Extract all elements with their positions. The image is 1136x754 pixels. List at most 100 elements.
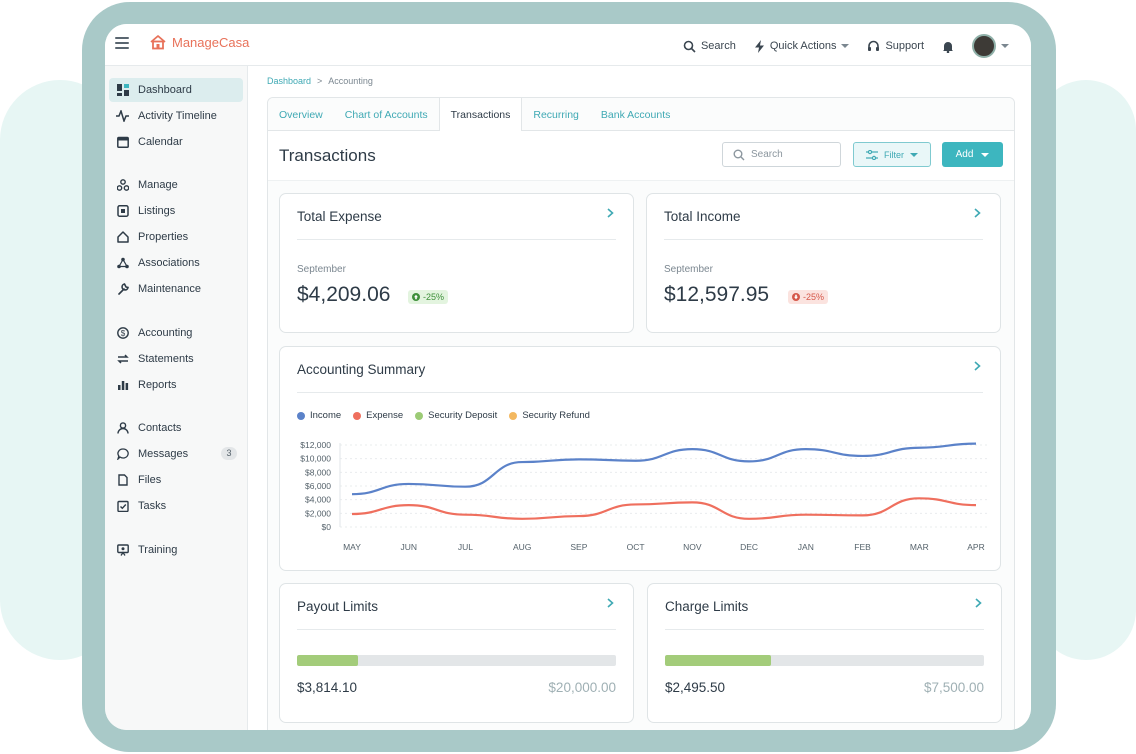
y-tick-label: $2,000	[305, 508, 331, 518]
legend-item-security-deposit[interactable]: Security Deposit	[415, 410, 497, 421]
page-header: Transactions Search Filter Add	[268, 131, 1014, 181]
sidebar-item-properties[interactable]: Properties	[109, 225, 243, 249]
sidebar-item-files[interactable]: Files	[109, 468, 243, 492]
notifications-button[interactable]	[942, 40, 954, 53]
y-tick-label: $8,000	[305, 467, 331, 477]
legend-swatch	[509, 411, 518, 420]
total-income-card: Total Income September $12,597.95 -25%	[646, 193, 1001, 333]
sidebar-item-label: Calendar	[138, 136, 183, 148]
sidebar-item-messages[interactable]: Messages 3	[109, 442, 243, 466]
legend-label: Expense	[366, 410, 404, 421]
legend-item-income[interactable]: Income	[297, 410, 341, 421]
quick-actions-button[interactable]: Quick Actions	[754, 39, 850, 53]
charge-used: $2,495.50	[665, 680, 726, 695]
payout-used: $3,814.10	[297, 680, 358, 695]
breadcrumb: Dashboard > Accounting	[267, 76, 373, 86]
chart-legend: Income Expense Security Deposit Security…	[297, 410, 590, 421]
accounting-panel: Overview Chart of Accounts Transactions …	[267, 97, 1015, 730]
x-tick-label: AUG	[513, 542, 531, 552]
breadcrumb-current: Accounting	[328, 76, 373, 86]
tab-transactions[interactable]: Transactions	[438, 98, 523, 132]
chevron-down-icon	[841, 44, 850, 48]
svg-text:$: $	[120, 329, 125, 338]
search-icon	[683, 40, 696, 53]
expense-amount: $4,209.06	[297, 283, 391, 306]
sidebar-item-listings[interactable]: Listings	[109, 199, 243, 223]
chevron-right-icon[interactable]	[974, 361, 981, 371]
sidebar-item-label: Manage	[138, 179, 178, 191]
sidebar-item-label: Files	[138, 474, 162, 486]
sidebar-item-label: Statements	[138, 353, 194, 365]
sidebar-item-maintenance[interactable]: Maintenance	[109, 277, 243, 301]
chat-icon	[116, 448, 129, 461]
sidebar: Dashboard Activity Timeline Calendar Man…	[105, 66, 248, 730]
sidebar-item-associations[interactable]: Associations	[109, 251, 243, 275]
page-title: Transactions	[279, 146, 376, 165]
quick-actions-label: Quick Actions	[769, 40, 837, 52]
income-change-value: -25%	[803, 292, 825, 302]
breadcrumb-dashboard[interactable]: Dashboard	[267, 76, 311, 86]
arrow-up-circle-icon	[412, 293, 420, 301]
chevron-right-icon[interactable]	[974, 208, 981, 218]
sidebar-item-tasks[interactable]: Tasks	[109, 494, 243, 518]
messages-count-badge: 3	[221, 447, 237, 460]
payout-limits-card: Payout Limits $3,814.10 $20,000.00	[279, 583, 634, 723]
logo[interactable]: ManageCasa	[149, 34, 249, 50]
x-tick-label: JUN	[400, 542, 417, 552]
dashboard-icon	[116, 84, 129, 97]
divider	[297, 629, 616, 630]
y-tick-label: $4,000	[305, 495, 331, 505]
tab-bank-accounts[interactable]: Bank Accounts	[590, 98, 681, 131]
charge-progress-track	[665, 655, 984, 666]
sidebar-item-activity-timeline[interactable]: Activity Timeline	[109, 104, 243, 128]
period-label: September	[297, 264, 346, 275]
divider	[297, 392, 983, 393]
sidebar-item-accounting[interactable]: $ Accounting	[109, 321, 243, 345]
chevron-right-icon[interactable]	[975, 598, 982, 608]
menu-icon[interactable]	[115, 37, 129, 51]
sidebar-item-manage[interactable]: Manage	[109, 173, 243, 197]
sidebar-item-label: Listings	[138, 205, 176, 217]
user-menu[interactable]	[972, 34, 1009, 58]
x-tick-label: FEB	[854, 542, 871, 552]
accounting-line-chart: $12,000 $10,000 $8,000 $6,000 $4,000 $2,000 $0…	[300, 440, 988, 552]
legend-item-security-refund[interactable]: Security Refund	[509, 410, 590, 421]
files-icon	[116, 474, 129, 487]
x-tick-label: JUL	[458, 542, 473, 552]
filter-button[interactable]: Filter	[853, 142, 931, 167]
chevron-right-icon[interactable]	[607, 598, 614, 608]
sidebar-item-reports[interactable]: Reports	[109, 373, 243, 397]
divider	[664, 239, 983, 240]
tab-overview[interactable]: Overview	[268, 98, 334, 131]
sliders-icon	[866, 149, 878, 160]
sidebar-item-label: Dashboard	[138, 84, 192, 96]
search-placeholder: Search	[751, 149, 783, 160]
legend-label: Security Deposit	[428, 410, 498, 421]
sidebar-item-label: Tasks	[138, 500, 167, 512]
reports-icon	[116, 379, 129, 392]
bell-icon	[943, 41, 953, 53]
sidebar-item-calendar[interactable]: Calendar	[109, 130, 243, 154]
sidebar-item-dashboard[interactable]: Dashboard	[109, 78, 243, 102]
support-label: Support	[885, 40, 924, 52]
chevron-right-icon[interactable]	[607, 208, 614, 218]
y-tick-label: $12,000	[300, 440, 331, 450]
sidebar-item-contacts[interactable]: Contacts	[109, 416, 243, 440]
search-button[interactable]: Search	[683, 40, 736, 53]
charge-max: $7,500.00	[923, 680, 984, 695]
support-button[interactable]: Support	[867, 40, 924, 53]
legend-item-expense[interactable]: Expense	[353, 410, 403, 421]
legend-label: Security Refund	[522, 410, 590, 421]
chevron-down-icon	[1001, 44, 1009, 48]
sidebar-item-training[interactable]: Training	[109, 538, 243, 562]
sidebar-item-label: Reports	[138, 379, 177, 391]
person-icon	[116, 422, 129, 435]
associations-icon	[116, 257, 129, 270]
sidebar-item-statements[interactable]: Statements	[109, 347, 243, 371]
tab-chart-of-accounts[interactable]: Chart of Accounts	[334, 98, 439, 131]
charge-progress-fill	[665, 655, 772, 666]
add-button[interactable]: Add	[942, 142, 1003, 167]
wrench-icon	[116, 283, 129, 296]
search-input[interactable]: Search	[722, 142, 841, 167]
tab-recurring[interactable]: Recurring	[522, 98, 590, 131]
